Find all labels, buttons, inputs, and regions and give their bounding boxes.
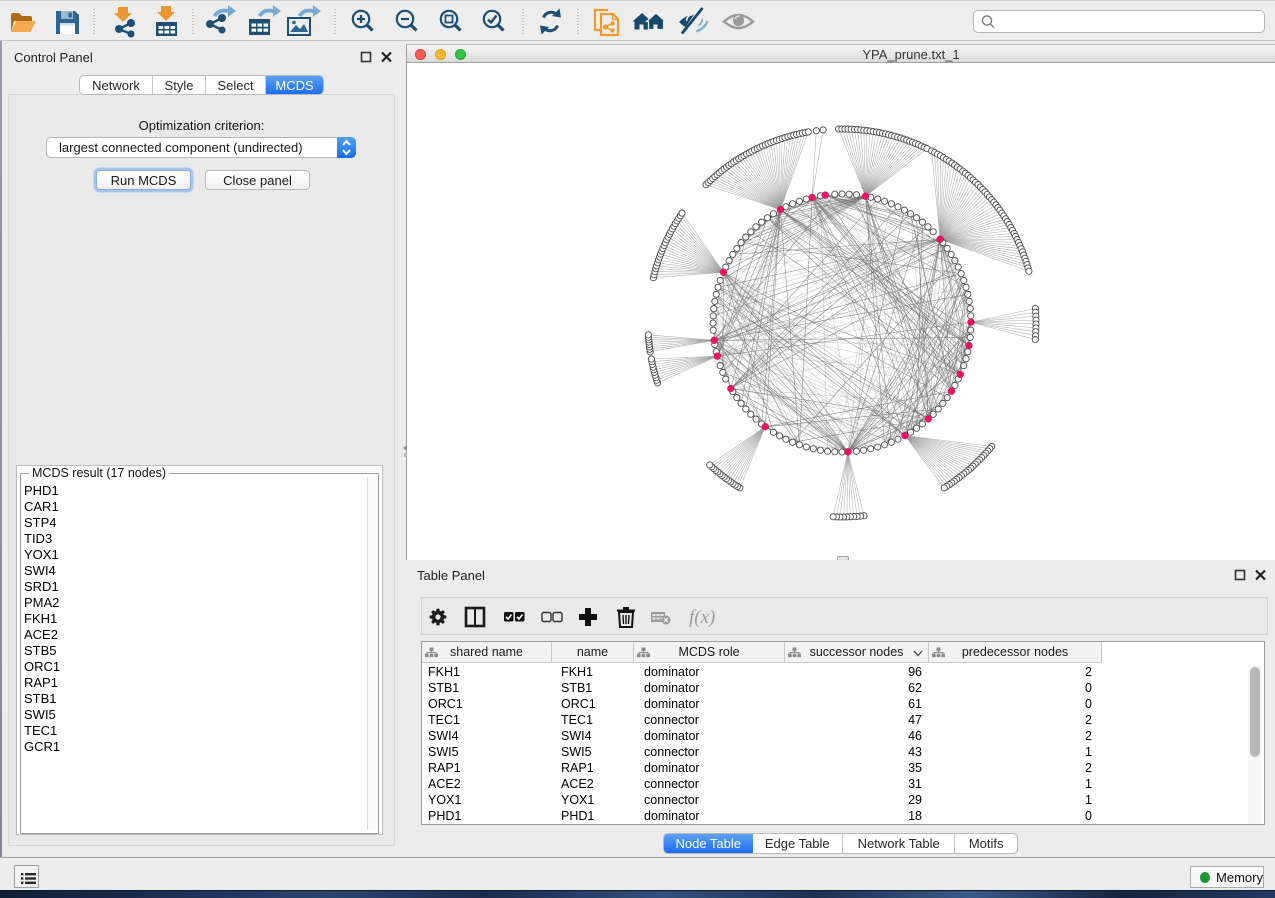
- svg-text:f(x): f(x): [689, 607, 715, 628]
